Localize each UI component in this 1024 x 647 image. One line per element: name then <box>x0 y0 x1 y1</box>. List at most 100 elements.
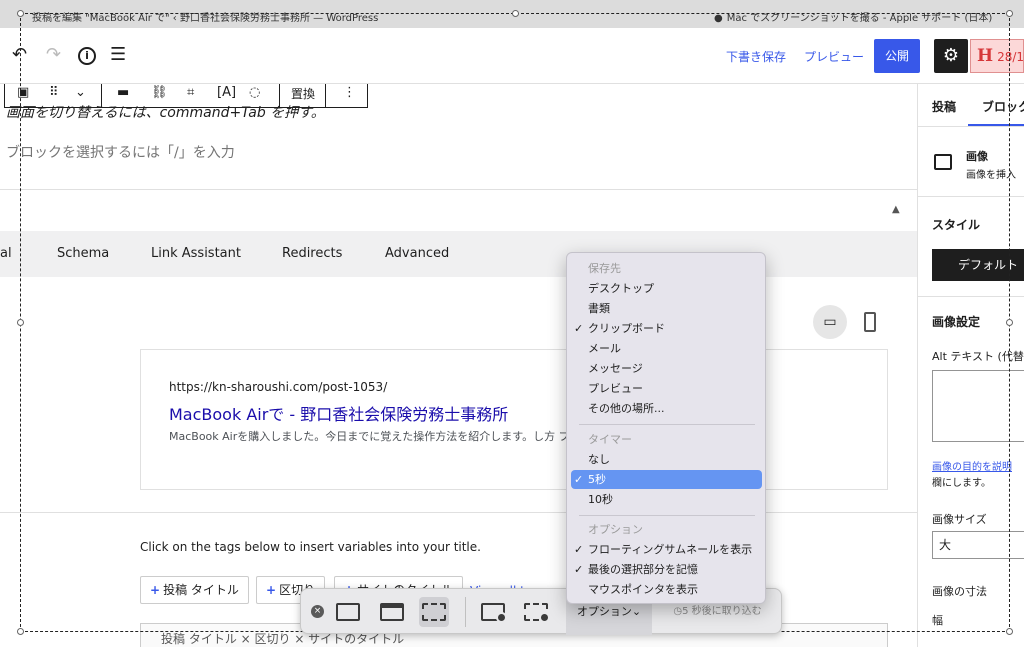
image-size-label: 画像サイズ <box>932 513 987 526</box>
seo-badge-letter: H <box>977 46 994 66</box>
menu-item-timer-none[interactable]: なし <box>571 450 762 469</box>
preview-button[interactable]: プレビュー <box>804 48 864 65</box>
redo-icon[interactable]: ↷ <box>46 44 61 65</box>
screenshot-options-menu: 保存先 デスクトップ 書類 ✓ クリップボード メール メッセージ プレビュー そ… <box>566 252 766 604</box>
settings-gear-icon[interactable]: ⚙ <box>934 39 968 73</box>
menu-item-documents[interactable]: 書類 <box>571 299 762 318</box>
desktop-preview-icon[interactable]: ▭ <box>813 305 847 339</box>
image-block-icon[interactable]: ▣ <box>17 85 29 100</box>
collapse-caret-icon[interactable]: ▲ <box>892 204 900 215</box>
block-description: 画像を挿入 <box>966 170 1016 181</box>
tab-schema[interactable]: Schema <box>57 246 109 261</box>
tab-post[interactable]: 投稿 <box>932 98 956 115</box>
publish-button[interactable]: 公開 <box>874 39 920 73</box>
record-entire-screen-button[interactable] <box>478 597 508 627</box>
alt-text-help-link[interactable]: 画像の目的を説明 <box>932 458 1012 473</box>
text-overlay-icon[interactable]: [A] <box>217 85 236 100</box>
seo-score-badge[interactable]: H 28/1 <box>970 39 1024 73</box>
menu-item-label: フローティングサムネールを表示 <box>588 543 753 556</box>
close-icon[interactable]: × <box>311 605 324 618</box>
save-draft-button[interactable]: 下書き保存 <box>726 48 786 65</box>
menu-item-remember-selection[interactable]: ✓ 最後の選択部分を記憶 <box>571 560 762 579</box>
checkmark-icon: ✓ <box>574 473 584 486</box>
sidebar-divider <box>918 296 1024 297</box>
paragraph-block[interactable]: 画面を切り替えるには、command+Tab を押す。 <box>6 102 325 122</box>
menu-separator <box>579 515 755 516</box>
apple-logo-icon: ● <box>714 13 723 24</box>
menu-item-floating-thumbnail[interactable]: ✓ フローティングサムネールを表示 <box>571 540 762 559</box>
tag-button-post-title[interactable]: + 投稿 タイトル <box>140 576 249 604</box>
section-divider <box>0 512 917 513</box>
snippet-title: MacBook Airで - 野口香社会保険労務士事務所 <box>169 405 509 424</box>
replace-button[interactable]: 置換 <box>291 85 315 102</box>
tab-block[interactable]: ブロック <box>982 98 1024 115</box>
record-selection-icon <box>524 603 550 623</box>
mobile-preview-icon[interactable] <box>864 312 876 332</box>
tab-advanced[interactable]: Advanced <box>385 246 449 261</box>
checkmark-icon: ✓ <box>574 543 584 556</box>
align-icon[interactable]: ▬ <box>117 85 129 100</box>
browser-tab-wordpress[interactable]: 投稿を編集 "MacBook Air で" ‹ 野口香社会保険労務士事務所 — … <box>32 9 378 24</box>
menu-item-show-pointer[interactable]: マウスポインタを表示 <box>571 580 762 599</box>
checkmark-icon: ✓ <box>574 563 584 576</box>
menu-item-timer-10s[interactable]: 10秒 <box>571 490 762 509</box>
toolbar-divider <box>465 597 466 627</box>
menu-item-timer-5s[interactable]: ✓ 5秒 <box>571 470 762 489</box>
menu-item-label: 最後の選択部分を記憶 <box>588 563 698 576</box>
tab-redirects[interactable]: Redirects <box>282 246 342 261</box>
menu-header-timer: タイマー <box>588 433 632 446</box>
style-default-button[interactable]: デフォルト <box>932 249 1024 281</box>
seo-metabox-header[interactable]: ▲ <box>0 189 917 231</box>
snippet-description: MacBook Airを購入しました。今日までに覚えた操作方法を紹介します。し方… <box>169 430 570 443</box>
capture-selection-button[interactable] <box>419 597 449 627</box>
select-circle-icon[interactable]: ◌ <box>249 85 260 100</box>
undo-icon[interactable]: ↶ <box>12 44 27 65</box>
tab-link-assistant[interactable]: Link Assistant <box>151 246 241 261</box>
capture-window-button[interactable] <box>377 597 407 627</box>
seo-badge-score: 28/1 <box>997 50 1024 64</box>
sidebar-divider <box>918 126 1024 127</box>
list-view-icon[interactable]: ☰ <box>110 44 126 65</box>
menu-separator <box>579 424 755 425</box>
block-placeholder[interactable]: ブロックを選択するには「/」を入力 <box>6 142 235 162</box>
toolbar-divider <box>325 84 326 107</box>
alt-text-field[interactable] <box>932 370 1024 442</box>
width-label: 幅 <box>932 614 943 627</box>
plus-icon: + <box>150 583 161 597</box>
settings-sidebar: 投稿 ブロック 画像 画像を挿入 スタイル デフォルト 画像設定 Alt テキス… <box>917 84 1024 647</box>
drag-handle-icon[interactable]: ⠿ <box>49 85 59 100</box>
snippet-url: https://kn-sharoushi.com/post-1053/ <box>169 380 388 394</box>
seo-tabs: al Schema Link Assistant Redirects Advan… <box>0 231 917 277</box>
browser-tab-apple-title: Mac でスクリーンショットを撮る - Apple サポート (日本) <box>726 13 993 24</box>
record-screen-icon <box>481 603 507 623</box>
browser-tab-apple-support[interactable]: ● Mac でスクリーンショットを撮る - Apple サポート (日本) <box>714 9 992 24</box>
menu-item-label: クリップボード <box>588 322 665 335</box>
link-icon[interactable]: ⛓ <box>151 85 168 100</box>
info-icon[interactable]: i <box>78 47 96 65</box>
crop-icon[interactable]: ⌗ <box>187 85 194 100</box>
selection-icon <box>422 603 446 621</box>
sidebar-divider <box>918 196 1024 197</box>
image-size-select[interactable]: 大 <box>932 531 1024 559</box>
more-options-icon[interactable]: ⋮ <box>343 85 356 100</box>
plus-icon: + <box>266 583 277 597</box>
capture-entire-screen-button[interactable] <box>333 597 363 627</box>
menu-item-mail[interactable]: メール <box>571 339 762 358</box>
image-dimensions-label: 画像の寸法 <box>932 585 987 598</box>
tag-button-label: 投稿 タイトル <box>163 583 239 597</box>
editor-header: ↶ ↷ i ☰ 下書き保存 プレビュー 公開 ⚙ H 28/1 <box>0 28 1024 84</box>
menu-item-other-location[interactable]: その他の場所... <box>571 399 762 418</box>
tab-general[interactable]: al <box>0 246 12 261</box>
alt-text-label: Alt テキスト (代替 <box>932 350 1024 363</box>
menu-item-desktop[interactable]: デスクトップ <box>571 279 762 298</box>
menu-item-preview[interactable]: プレビュー <box>571 379 762 398</box>
image-settings-heading[interactable]: 画像設定 <box>932 313 980 330</box>
menu-item-messages[interactable]: メッセージ <box>571 359 762 378</box>
checkmark-icon: ✓ <box>574 322 584 335</box>
search-snippet-preview: https://kn-sharoushi.com/post-1053/ MacB… <box>140 349 888 490</box>
image-block-icon <box>934 154 952 170</box>
style-heading: スタイル <box>932 218 981 232</box>
menu-item-clipboard[interactable]: ✓ クリップボード <box>571 319 762 338</box>
record-selection-button[interactable] <box>521 597 551 627</box>
move-down-chevron-icon[interactable]: ⌄ <box>75 85 86 100</box>
